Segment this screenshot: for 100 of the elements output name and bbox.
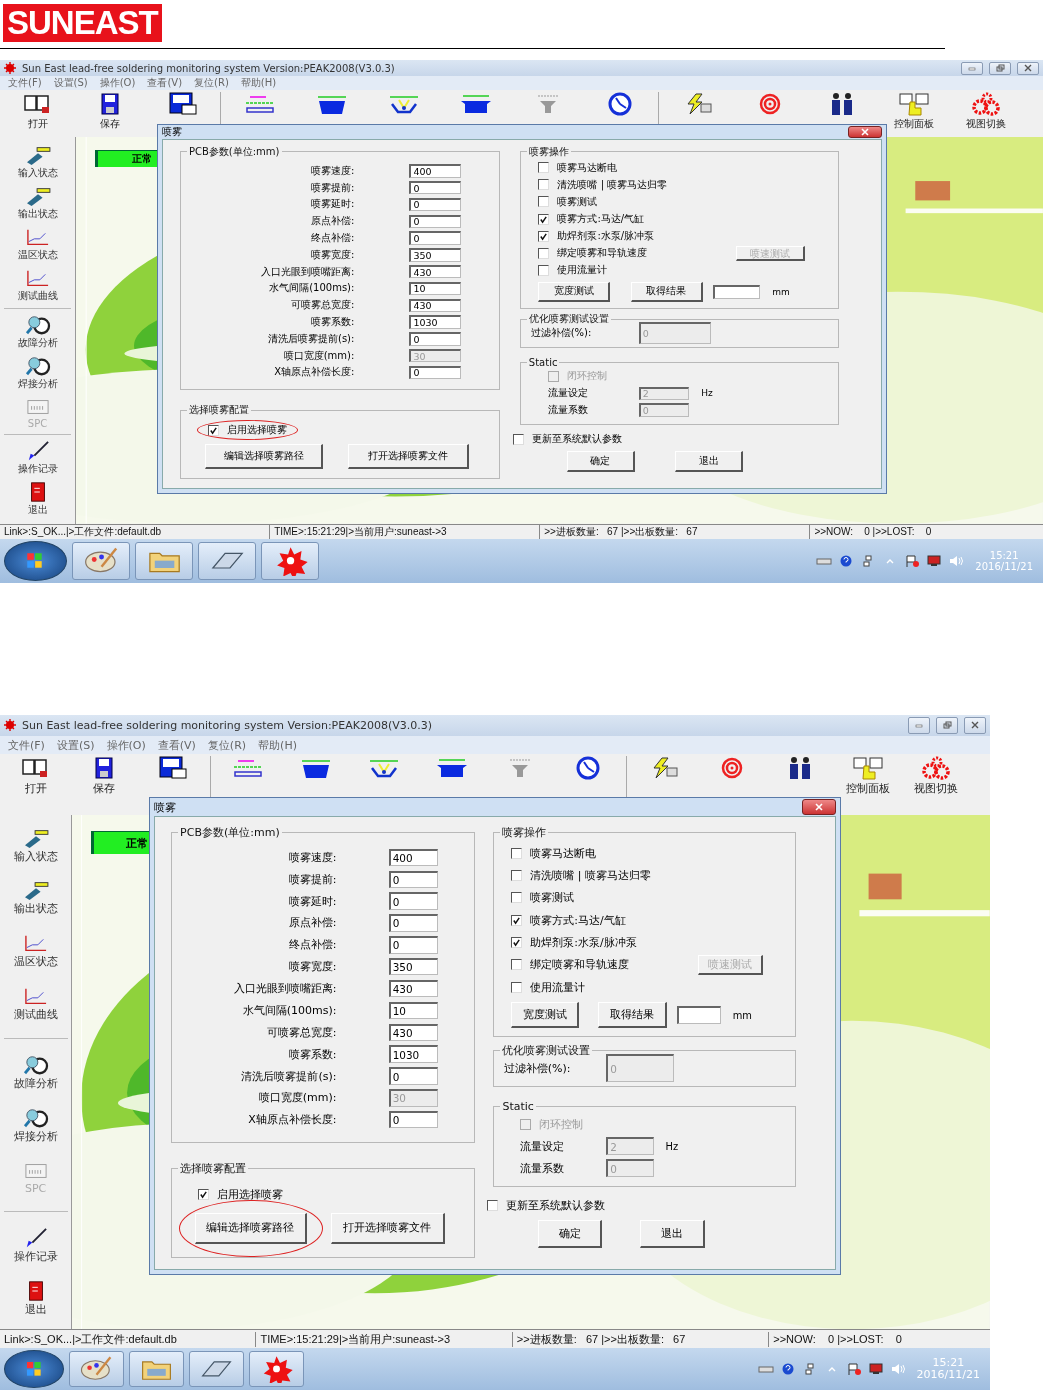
taskbar-button[interactable] xyxy=(189,1350,244,1388)
toolbar-button[interactable]: 打开 xyxy=(2,754,71,815)
toolbar-button[interactable]: 视图切换 xyxy=(902,754,971,815)
checkbox[interactable] xyxy=(511,981,523,993)
text-field[interactable]: 0 xyxy=(388,936,438,954)
checkbox[interactable] xyxy=(511,847,523,859)
taskbar-button[interactable] xyxy=(129,1350,185,1388)
text-field[interactable]: 0 xyxy=(409,231,462,245)
sidebar-button[interactable]: 退出 xyxy=(20,1280,51,1318)
sidebar-button[interactable]: 操作记录 xyxy=(17,440,58,477)
checkbox[interactable] xyxy=(538,213,550,225)
text-field[interactable]: 400 xyxy=(409,164,462,178)
text-field[interactable]: 400 xyxy=(388,848,438,867)
flag-icon[interactable] xyxy=(845,1363,862,1376)
dialog-button[interactable]: 宽度测试 xyxy=(511,1001,580,1029)
toolbar-button[interactable]: 保存 xyxy=(70,754,139,815)
sidebar-button[interactable]: 测试曲线 xyxy=(17,267,58,304)
menu-item[interactable]: 查看(V) xyxy=(147,76,183,91)
sidebar-button[interactable]: 焊接分析 xyxy=(17,355,58,392)
start-button[interactable] xyxy=(4,541,68,581)
checkbox[interactable] xyxy=(538,264,550,276)
close-button[interactable] xyxy=(1017,61,1039,75)
sidebar-button[interactable]: 输入状态 xyxy=(13,826,58,864)
taskbar-button[interactable] xyxy=(249,1350,304,1388)
dialog-button[interactable]: 编辑选择喷雾路径 xyxy=(194,1212,307,1245)
text-field[interactable]: 0 xyxy=(409,214,462,228)
menu-item[interactable]: 设置(S) xyxy=(53,76,88,91)
text-field[interactable]: 0 xyxy=(388,892,438,910)
checkbox[interactable] xyxy=(538,179,550,191)
taskbar-button[interactable] xyxy=(261,541,320,581)
toolbar-button[interactable]: 控制面板 xyxy=(877,90,950,138)
text-field[interactable]: 0 xyxy=(388,914,438,932)
dialog-button[interactable]: 退出 xyxy=(640,1220,706,1248)
dialog-button[interactable]: 编辑选择喷雾路径 xyxy=(205,444,324,469)
menu-item[interactable]: 操作(O) xyxy=(106,737,146,753)
menu-item[interactable]: 复位(R) xyxy=(207,737,247,753)
restore-button[interactable] xyxy=(936,717,958,734)
dialog-button[interactable]: 打开选择喷雾文件 xyxy=(330,1212,445,1245)
text-field[interactable]: 430 xyxy=(388,979,438,998)
text-field[interactable]: 430 xyxy=(409,298,462,312)
text-field[interactable]: 0 xyxy=(388,1111,438,1129)
text-field[interactable]: 1030 xyxy=(409,315,462,329)
text-field[interactable] xyxy=(713,284,760,299)
monitor-icon[interactable] xyxy=(926,555,943,567)
menu-item[interactable]: 文件(F) xyxy=(8,737,45,753)
sidebar-button[interactable]: 故障分析 xyxy=(17,314,58,351)
close-button[interactable] xyxy=(964,717,986,734)
sidebar-button[interactable]: 故障分析 xyxy=(13,1054,58,1092)
checkbox[interactable] xyxy=(538,162,550,174)
text-field[interactable]: 10 xyxy=(409,281,462,296)
toolbar-button[interactable]: 控制面板 xyxy=(834,754,903,815)
text-field[interactable]: 430 xyxy=(409,264,462,279)
sidebar-button[interactable]: 焊接分析 xyxy=(13,1107,58,1145)
text-field[interactable]: 0 xyxy=(388,870,438,888)
checkbox[interactable] xyxy=(511,892,523,904)
sidebar-button[interactable]: 输入状态 xyxy=(17,143,58,180)
taskbar-button[interactable] xyxy=(72,541,131,581)
checkbox[interactable] xyxy=(511,870,523,882)
dialog-button[interactable]: 确定 xyxy=(538,1220,603,1248)
text-field[interactable] xyxy=(677,1005,721,1025)
sidebar-button[interactable]: 操作记录 xyxy=(13,1227,58,1265)
dialog-button[interactable]: 取得结果 xyxy=(630,281,703,303)
text-field[interactable]: 0 xyxy=(409,180,462,195)
menu-item[interactable]: 设置(S) xyxy=(56,737,95,753)
text-field[interactable]: 0 xyxy=(409,197,462,212)
restore-button[interactable] xyxy=(989,61,1011,75)
checkbox[interactable] xyxy=(538,247,550,259)
text-field[interactable]: 0 xyxy=(409,365,462,380)
taskbar-button[interactable] xyxy=(135,541,194,581)
sidebar-button[interactable]: 退出 xyxy=(22,481,53,518)
taskbar-button[interactable] xyxy=(198,541,257,581)
menu-item[interactable]: 复位(R) xyxy=(194,76,229,91)
text-field[interactable]: 1030 xyxy=(388,1045,438,1063)
checkbox[interactable] xyxy=(511,937,523,949)
toolbar-button[interactable]: 保存 xyxy=(73,90,146,138)
checkbox[interactable] xyxy=(538,230,550,242)
toolbar-button[interactable]: 视图切换 xyxy=(949,90,1022,138)
monitor-icon[interactable] xyxy=(867,1363,884,1376)
dialog-button[interactable]: 打开选择喷雾文件 xyxy=(348,444,469,469)
dialog-button[interactable]: 确定 xyxy=(567,450,635,472)
checkbox[interactable] xyxy=(487,1199,499,1211)
sidebar-button[interactable]: 温区状态 xyxy=(17,226,58,262)
menu-item[interactable]: 操作(O) xyxy=(99,76,136,91)
sidebar-button[interactable]: 输出状态 xyxy=(17,184,58,221)
checkbox[interactable] xyxy=(197,1188,209,1200)
text-field[interactable]: 10 xyxy=(388,1001,438,1020)
menu-item[interactable]: 帮助(H) xyxy=(240,76,277,91)
checkbox[interactable] xyxy=(511,959,523,971)
sidebar-button[interactable]: 测试曲线 xyxy=(13,984,58,1022)
menu-item[interactable]: 帮助(H) xyxy=(258,737,297,753)
menu-item[interactable]: 查看(V) xyxy=(157,737,196,753)
text-field[interactable]: 0 xyxy=(409,332,462,346)
text-field[interactable]: 350 xyxy=(409,248,462,262)
dialog-button[interactable]: 退出 xyxy=(674,450,744,472)
text-field[interactable]: 0 xyxy=(388,1067,438,1085)
checkbox[interactable] xyxy=(511,914,523,926)
checkbox[interactable] xyxy=(538,196,550,208)
menu-item[interactable]: 文件(F) xyxy=(8,76,42,91)
taskbar-button[interactable] xyxy=(69,1350,125,1388)
text-field[interactable]: 430 xyxy=(388,1023,438,1042)
